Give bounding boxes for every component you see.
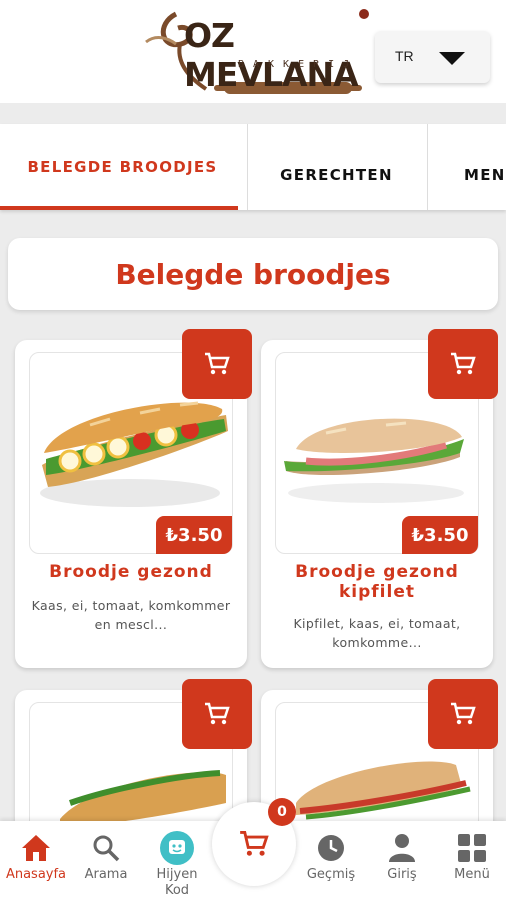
brand-logo: OZ MEVLANA BAKKERIJ [136,4,376,99]
nav-home[interactable]: Anasayfa [0,821,72,900]
category-tabs: BELEGDE BROODJES GERECHTEN MENU [0,124,506,210]
tab-label: GERECHTEN [280,166,393,184]
nav-label: Anasayfa [5,867,67,882]
cart-icon [205,702,230,725]
logo-subtext: BAKKERIJ [238,59,359,70]
grid-icon [457,831,487,865]
product-name: Broodje gezond kipfilet [295,562,459,602]
section-title: Belegde broodjes [115,257,391,291]
language-selector[interactable]: TR [375,31,490,83]
user-icon [388,831,416,865]
nav-search[interactable]: Arama [74,821,138,900]
add-to-cart-button[interactable] [428,329,498,399]
product-card[interactable]: ₺3.50 Broodje gezond kipfilet Kipfilet, … [261,329,498,668]
price-badge: ₺3.50 [156,516,232,554]
product-name: Broodje gezond [49,562,213,582]
home-icon [20,831,52,865]
nav-label: Geçmiş [306,867,356,882]
section-header: Belegde broodjes [8,238,498,310]
hijyen-icon-wrap [160,831,194,865]
nav-label: Hijyen Kod [156,867,198,898]
cart-count-badge: 0 [268,798,296,826]
nav-label: Menü [454,867,490,882]
logo-text: OZ MEVLANA [184,16,359,94]
app-header: OZ MEVLANA BAKKERIJ TR [0,0,506,103]
cart-icon [205,352,230,375]
cart-icon [451,702,476,725]
product-description: Kaas, ei, tomaat, komkommer en mescl... [31,598,231,632]
tab-label: MENU [464,166,506,184]
tab-menu[interactable]: MENU [427,124,506,210]
chevron-down-icon [439,52,465,65]
tab-gerechten[interactable]: GERECHTEN [247,124,425,210]
clock-icon [316,831,346,865]
add-to-cart-button[interactable] [182,329,252,399]
nav-hijyen-kod[interactable]: Hijyen Kod [144,821,210,900]
nav-label: Giriş [387,867,417,882]
nav-menu[interactable]: Menü [440,821,504,900]
cart-icon [240,831,269,856]
tab-label: BELEGDE BROODJES [27,158,218,176]
add-to-cart-button[interactable] [182,679,252,749]
language-label: TR [395,48,414,64]
hijyen-icon [160,831,194,865]
nav-login[interactable]: Giriş [370,821,434,900]
add-to-cart-button[interactable] [428,679,498,749]
product-card[interactable]: ₺3.50 Broodje gezond Kaas, ei, tomaat, k… [15,329,252,668]
nav-history[interactable]: Geçmiş [298,821,364,900]
search-icon [92,831,120,865]
active-tab-indicator [0,206,238,210]
nav-label: Arama [84,867,128,882]
tab-belegde-broodjes[interactable]: BELEGDE BROODJES [0,124,245,210]
price-badge: ₺3.50 [402,516,478,554]
product-description: Kipfilet, kaas, ei, tomaat, komkomme... [293,616,461,650]
cart-icon [451,352,476,375]
